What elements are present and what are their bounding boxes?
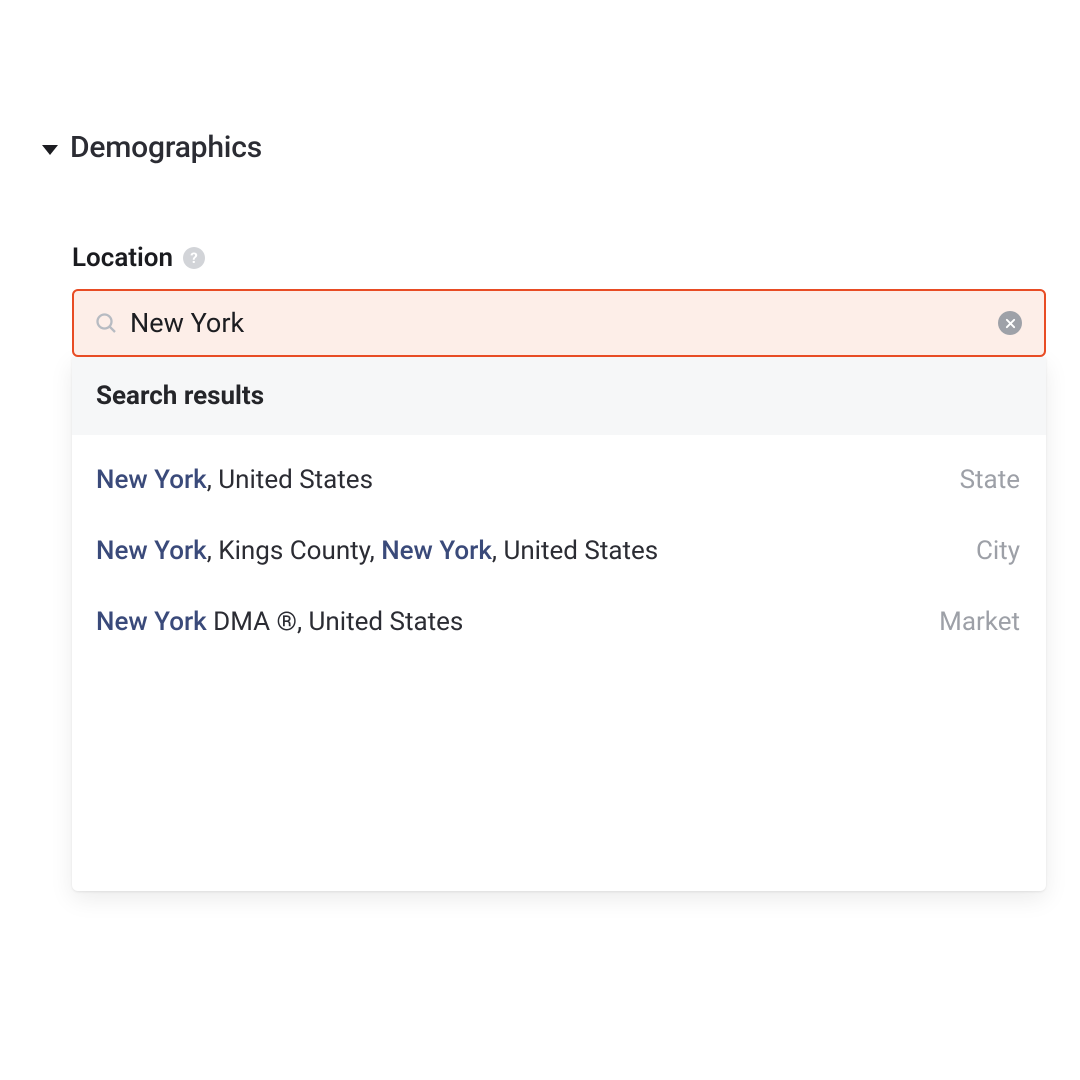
section-title: Demographics [70,130,262,165]
search-result-text: New York DMA ®, United States [96,605,463,640]
search-result-text: New York, Kings County, New York, United… [96,534,658,569]
location-search-wrap [72,289,1046,357]
search-result-type: City [976,536,1020,566]
search-result-type: State [960,465,1020,495]
caret-down-icon [42,145,58,155]
search-result-item[interactable]: New York, United States State [72,445,1046,516]
search-results-dropdown: Search results New York, United States St… [72,357,1046,891]
search-results-header: Search results [72,357,1046,435]
search-results-header-text: Search results [96,381,264,411]
search-result-item[interactable]: New York DMA ®, United States Market [72,587,1046,658]
location-field: Location ? Search results New York, Unit… [42,243,1046,891]
search-results-list: New York, United States State New York, Ki… [72,435,1046,668]
clear-input-button[interactable] [998,311,1022,335]
search-result-type: Market [939,607,1020,637]
location-search-input[interactable] [130,307,988,339]
search-result-item[interactable]: New York, Kings County, New York, United… [72,516,1046,587]
search-result-text: New York, United States [96,463,373,498]
location-label: Location [72,243,173,273]
demographics-section-header[interactable]: Demographics [42,130,1046,165]
help-icon[interactable]: ? [183,247,205,269]
search-icon [94,311,118,335]
location-label-row: Location ? [72,243,1046,273]
